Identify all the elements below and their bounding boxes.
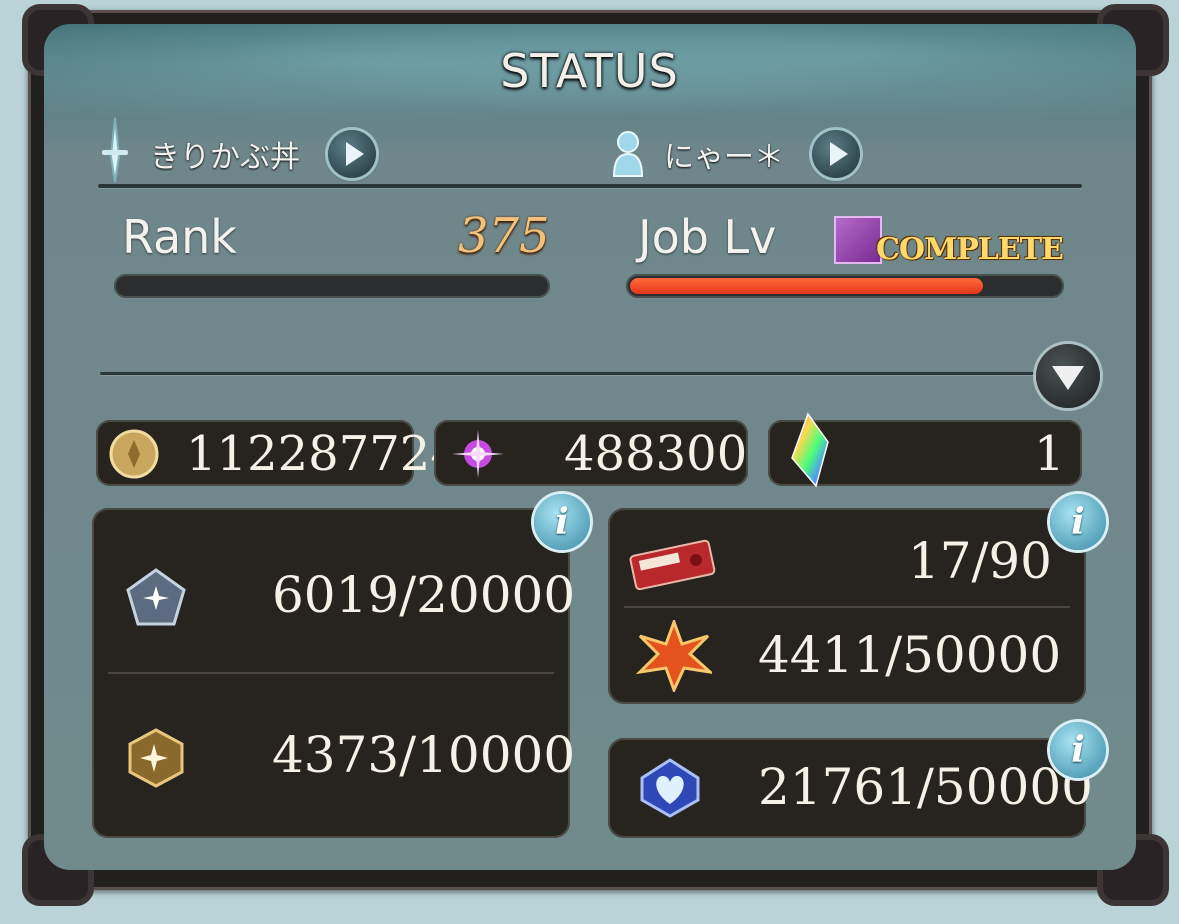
rank-label: Rank [122, 210, 237, 264]
ticket-points-box: 17/90 4411/50000 [608, 508, 1086, 704]
info-button[interactable]: i [534, 494, 590, 550]
page-title: STATUS [500, 44, 679, 98]
job-complete-badge: COMPLETE [876, 232, 1064, 267]
info-button[interactable]: i [1050, 722, 1106, 778]
currency-value: 488300 [564, 426, 748, 482]
crystal-sparkle-icon [452, 430, 504, 478]
point-value: 17/90 [907, 532, 1052, 590]
character-profile-button[interactable] [812, 130, 860, 178]
heart-points-box: 21761/50000 [608, 738, 1093, 838]
info-button[interactable]: i [1050, 494, 1106, 550]
divider [100, 372, 1036, 375]
rank-progress-bar [114, 274, 550, 298]
divider [98, 184, 1082, 188]
job-progress-bar [626, 274, 1064, 298]
point-value: 4411/50000 [758, 626, 1062, 684]
job-level-label: Job Lv [638, 210, 777, 264]
starburst-icon [636, 620, 712, 692]
player-profile-button[interactable] [328, 130, 376, 178]
sword-icon [102, 117, 128, 183]
staff-icon [834, 216, 882, 264]
point-value: 21761/50000 [758, 758, 1093, 816]
job-progress-fill [630, 278, 983, 294]
currency-gem: 1 [768, 412, 1082, 488]
divider [108, 672, 554, 674]
expand-button[interactable] [1036, 344, 1100, 408]
person-icon [612, 131, 644, 177]
heart-gem-icon [640, 758, 700, 818]
skill-points-box: 6019/20000 4373/10000 [92, 508, 576, 838]
silver-pentagon-icon [126, 568, 186, 626]
point-value: 6019/20000 [272, 566, 576, 624]
currency-rupie: 112287724 [96, 420, 461, 486]
gold-hexagon-icon [128, 728, 184, 788]
point-value: 4373/10000 [272, 726, 576, 784]
currency-crystal: 488300 [434, 420, 748, 486]
divider [624, 606, 1070, 608]
rainbow-crystal-icon [791, 412, 829, 488]
ticket-icon [629, 539, 716, 591]
character-name: にゃー＊ [664, 140, 784, 175]
currency-value: 1 [1034, 426, 1065, 482]
player-name: きりかぶ丼 [150, 140, 300, 175]
currency-value: 112287724 [186, 426, 461, 482]
rupie-coin-icon [109, 429, 159, 479]
rank-value: 375 [458, 208, 550, 264]
